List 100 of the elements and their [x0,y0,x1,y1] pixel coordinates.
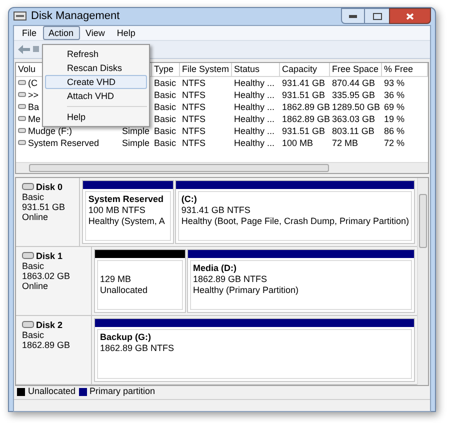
vertical-scrollbar[interactable] [417,178,428,384]
menu-bar-item[interactable]: Action [42,26,80,40]
table-cell: 931.51 GB [282,124,326,136]
table-cell: NTFS [182,112,206,124]
disk-size: 931.51 GB [22,202,66,212]
table-cell: NTFS [182,100,206,112]
disk-type: Basic [22,330,46,340]
column-header[interactable]: Status [232,62,280,76]
column-header[interactable]: Type [152,62,180,76]
partition-block[interactable]: (C:) 931.41 GB NTFS Healthy (Boot, Page File, Crash Dump, Primary Partition) [175,180,415,244]
partition-name: System Reserved [88,194,164,204]
partition-block[interactable]: System Reserved 100 MB NTFS Healthy (System, A [82,180,174,244]
table-cell: NTFS [182,124,206,136]
table-cell: Simple [122,124,150,136]
minimize-button[interactable] [341,8,365,24]
table-cell: Basic [154,112,176,124]
table-cell: NTFS [182,88,206,100]
table-cell: Basic [154,100,176,112]
disk-drive-icon [22,321,34,328]
table-cell: 72 MB [332,136,358,148]
table-cell: 69 % [384,100,405,112]
table-cell: Healthy ... [234,124,275,136]
table-cell: Healthy ... [234,136,275,148]
partition-status: Healthy (Primary Partition) [193,284,300,296]
table-cell: (C [28,76,38,88]
maximize-icon [372,12,382,20]
table-cell: 363.03 GB [332,112,376,124]
disk-info-panel[interactable]: Disk 0 Basic 931.51 GB Online [16,178,80,246]
table-cell: Basic [154,124,176,136]
table-cell: 72 % [384,136,405,148]
partition-size: 129 MB [100,274,132,284]
table-cell: 86 % [384,124,405,136]
partition-name: Media (D:) [193,262,238,274]
disk-drive-icon [22,252,34,259]
disk-info-panel[interactable]: Disk 2 Basic 1862.89 GB [16,316,92,384]
table-cell: 931.41 GB [282,76,326,88]
table-cell: Healthy ... [234,112,275,124]
disk-name: Disk 2 [36,320,63,330]
disk-name: Disk 1 [36,250,63,260]
menu-bar-item[interactable]: View [80,26,111,40]
table-cell: >> [28,88,39,100]
menu-item[interactable]: Create VHD [45,75,147,89]
partition-block[interactable]: Backup (G:) 1862.89 GB NTFS [94,318,415,382]
table-cell: 36 % [384,88,405,100]
back-arrow-icon[interactable] [18,44,30,54]
table-cell: 93 % [384,76,405,88]
disk-size: 1862.89 GB [22,340,72,350]
table-cell: 1862.89 GB [282,100,330,112]
table-cell: Healthy ... [234,88,275,100]
disk-management-icon [13,10,27,22]
window-title: Disk Management [31,9,120,24]
table-cell: 1289.50 GB [332,100,380,112]
table-cell: System Reserved [28,136,100,148]
menu-item[interactable]: Refresh [45,47,147,61]
partition-block[interactable]: Media (D:) 1862.89 GB NTFS Healthy (Primary Partition) [187,248,415,312]
table-cell: Simple [122,136,150,148]
menu-item[interactable]: Rescan Disks [45,61,147,75]
partition-size: 931.41 GB NTFS [181,204,252,216]
disk-name: Disk 0 [36,182,63,192]
table-cell: Healthy ... [234,100,275,112]
close-icon [406,12,414,20]
column-header[interactable]: Free Space [330,62,382,76]
disk-status: Online [22,280,50,290]
column-header[interactable]: % Free [382,62,428,76]
table-cell: 931.51 GB [282,88,326,100]
disk-drive-icon [22,183,34,190]
minimize-icon [349,14,357,18]
maximize-button[interactable] [365,8,389,24]
disk-size: 1863.02 GB [22,270,72,280]
menu-bar-item[interactable]: File [16,26,43,40]
disk-info-panel[interactable]: Disk 1 Basic 1863.02 GB Online [16,246,92,314]
column-header[interactable]: File System [180,62,232,76]
partition-size: 100 MB NTFS [88,204,146,216]
legend-label: Primary partition [90,385,156,398]
menu-bar-item[interactable]: Help [110,26,142,40]
table-cell: 100 MB [282,136,314,148]
table-cell: 335.95 GB [332,88,376,100]
table-cell: 870.44 GB [332,76,376,88]
partition-status: Healthy (System, A [88,216,166,226]
table-cell: Basic [154,76,176,88]
close-button[interactable] [389,8,431,24]
disk-type: Basic [22,192,46,202]
partition-size: 1862.89 GB NTFS [193,274,268,284]
disk-status: Online [22,212,50,222]
column-header[interactable]: Capacity [280,62,330,76]
horizontal-scrollbar[interactable] [16,162,428,172]
partition-block[interactable]: 129 MB Unallocated [94,248,186,312]
table-cell: Ba [28,100,40,112]
partition-name: (C:) [181,194,198,204]
menu-item[interactable]: Attach VHD [45,89,147,103]
table-cell: Me [28,112,41,124]
partition-status: Healthy (Boot, Page File, Crash Dump, Primary Partition) [181,216,409,226]
table-cell: Mudge (F:) [28,124,72,136]
table-cell: NTFS [182,136,206,148]
table-cell: Basic [154,136,176,148]
table-cell: 803.11 GB [332,124,374,136]
table-cell: 1862.89 GB [282,112,330,124]
menu-item[interactable]: Help [45,110,147,124]
partition-name: Backup (G:) [100,332,152,342]
partition-size: 1862.89 GB NTFS [100,342,176,354]
